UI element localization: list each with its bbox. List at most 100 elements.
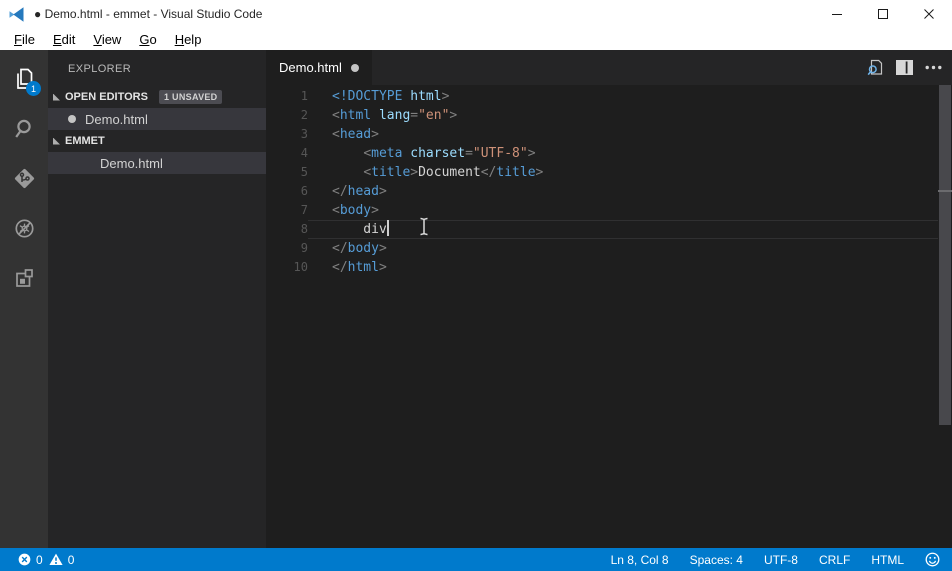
status-eol[interactable]: CRLF xyxy=(819,553,850,567)
line-content: <!DOCTYPE html> xyxy=(332,89,450,104)
status-right: Ln 8, Col 8 Spaces: 4 UTF-8 CRLF HTML xyxy=(611,552,940,567)
file-item-demo.html[interactable]: Demo.html xyxy=(48,108,266,130)
scrollbar-thumb[interactable] xyxy=(939,85,951,425)
warning-icon xyxy=(49,553,63,566)
menu-view[interactable]: View xyxy=(84,32,130,47)
line-content: </head> xyxy=(332,184,387,199)
split-editor-button[interactable] xyxy=(892,56,916,80)
debug-icon xyxy=(11,215,38,242)
status-errors[interactable]: 0 xyxy=(18,553,43,567)
line-number: 8 xyxy=(300,222,308,236)
line-number: 9 xyxy=(300,241,308,255)
status-bar: 00 Ln 8, Col 8 Spaces: 4 UTF-8 CRLF HTML xyxy=(0,548,952,571)
unsaved-count-badge: 1 UNSAVED xyxy=(158,90,223,104)
code-line-9[interactable]: 9 </body> xyxy=(266,239,952,258)
line-number: 10 xyxy=(293,260,308,274)
vscode-window: ● Demo.html - emmet - Visual Studio Code… xyxy=(0,0,952,571)
menu-edit[interactable]: Edit xyxy=(44,32,84,47)
minimize-icon xyxy=(832,9,842,19)
code-line-6[interactable]: 6 </head> xyxy=(266,182,952,201)
code-line-7[interactable]: 7 <body> xyxy=(266,201,952,220)
status-warnings[interactable]: 0 xyxy=(49,552,75,567)
code-line-1[interactable]: 1 <!DOCTYPE html> xyxy=(266,87,952,106)
indentation-label: Spaces: 4 xyxy=(689,552,743,567)
status-left: 00 xyxy=(18,553,74,567)
file-item-demo.html[interactable]: Demo.html xyxy=(48,152,266,174)
line-content: <head> xyxy=(332,127,379,142)
smiley-icon xyxy=(925,552,940,567)
section-label: OPEN EDITORS xyxy=(65,91,148,103)
code-line-8[interactable]: 8 div xyxy=(266,220,952,239)
file-item-label: Demo.html xyxy=(100,155,163,171)
code-line-5[interactable]: 5 <title>Document</title> xyxy=(266,163,952,182)
minimize-button[interactable] xyxy=(814,0,860,28)
titlebar: ● Demo.html - emmet - Visual Studio Code xyxy=(0,0,952,28)
line-number: 4 xyxy=(300,146,308,160)
section-header-open-editors[interactable]: OPEN EDITORS 1 UNSAVED xyxy=(48,86,266,108)
editor-scrollbar[interactable] xyxy=(938,85,952,548)
activity-badge: 1 xyxy=(26,81,41,96)
line-content: <title>Document</title> xyxy=(363,165,544,180)
encoding-label: UTF-8 xyxy=(763,552,798,567)
line-content: <html lang="en"> xyxy=(332,108,458,123)
activity-explorer[interactable]: 1 xyxy=(0,53,48,103)
activity-source-control[interactable] xyxy=(0,153,48,203)
tab-bar: Demo.html xyxy=(266,50,952,85)
line-content: </body> xyxy=(332,241,387,256)
activity-bar: 1 xyxy=(0,50,48,548)
split-editor-icon xyxy=(895,60,913,75)
line-number: 6 xyxy=(300,184,308,198)
menu-go[interactable]: Go xyxy=(130,32,165,47)
modified-dot-icon xyxy=(68,115,76,123)
status-cursor-position[interactable]: Ln 8, Col 8 xyxy=(611,553,669,567)
code-line-2[interactable]: 2 <html lang="en"> xyxy=(266,106,952,125)
close-icon xyxy=(924,9,934,19)
tab-demo-html[interactable]: Demo.html xyxy=(266,50,372,85)
code-line-4[interactable]: 4 <meta charset="UTF-8"> xyxy=(266,144,952,163)
line-number: 7 xyxy=(300,203,308,217)
maximize-icon xyxy=(878,9,888,19)
line-content: </html> xyxy=(332,260,387,275)
maximize-button[interactable] xyxy=(860,0,906,28)
status-feedback[interactable] xyxy=(925,552,940,567)
workbench: 1 EXPLORER OPEN EDITORS 1 UNSAVED Demo.htm… xyxy=(0,50,952,548)
errors-count: 0 xyxy=(36,552,43,567)
code-editor[interactable]: 1 <!DOCTYPE html> 2 <html lang="en"> 3 <head>… xyxy=(266,85,952,548)
menubar: File Edit View Go Help xyxy=(0,28,952,50)
activity-extensions[interactable] xyxy=(0,253,48,303)
source-control-icon xyxy=(11,165,38,192)
text-caret xyxy=(386,220,389,236)
code-content: 1 <!DOCTYPE html> 2 <html lang="en"> 3 <head>… xyxy=(266,85,952,277)
language-mode-label: HTML xyxy=(871,552,904,567)
section-header-emmet[interactable]: EMMET xyxy=(48,130,266,152)
section-label: EMMET xyxy=(65,135,105,147)
window-controls xyxy=(814,0,952,28)
tab-modified-dot-icon[interactable] xyxy=(350,63,359,72)
activity-debug[interactable] xyxy=(0,203,48,253)
menu-help[interactable]: Help xyxy=(166,32,211,47)
line-number: 2 xyxy=(300,108,308,122)
eol-label: CRLF xyxy=(818,552,851,567)
line-number: 1 xyxy=(300,89,308,103)
more-actions-icon xyxy=(925,65,942,70)
explorer-sidebar: EXPLORER OPEN EDITORS 1 UNSAVED Demo.html E… xyxy=(48,50,266,548)
status-indentation[interactable]: Spaces: 4 xyxy=(690,553,743,567)
warnings-count: 0 xyxy=(67,552,75,567)
menu-file[interactable]: File xyxy=(5,32,44,47)
activity-search[interactable] xyxy=(0,103,48,153)
sidebar-sections: OPEN EDITORS 1 UNSAVED Demo.html EMMET Demo.… xyxy=(48,86,266,174)
status-language-mode[interactable]: HTML xyxy=(871,553,904,567)
close-button[interactable] xyxy=(906,0,952,28)
overview-ruler-cursor-mark xyxy=(938,190,952,192)
open-preview-button[interactable] xyxy=(863,56,887,80)
code-line-10[interactable]: 10 </html> xyxy=(266,258,952,277)
line-content: <body> xyxy=(332,203,379,218)
status-encoding[interactable]: UTF-8 xyxy=(764,553,798,567)
editor-group: Demo.html 1 <!DOCTYPE html> 2 <html lang="e… xyxy=(266,50,952,548)
code-line-3[interactable]: 3 <head> xyxy=(266,125,952,144)
cursor-position-label: Ln 8, Col 8 xyxy=(610,552,669,567)
tab-label: Demo.html xyxy=(279,60,342,75)
line-number: 3 xyxy=(300,127,308,141)
more-actions-button[interactable] xyxy=(921,56,945,80)
error-icon xyxy=(18,553,31,566)
